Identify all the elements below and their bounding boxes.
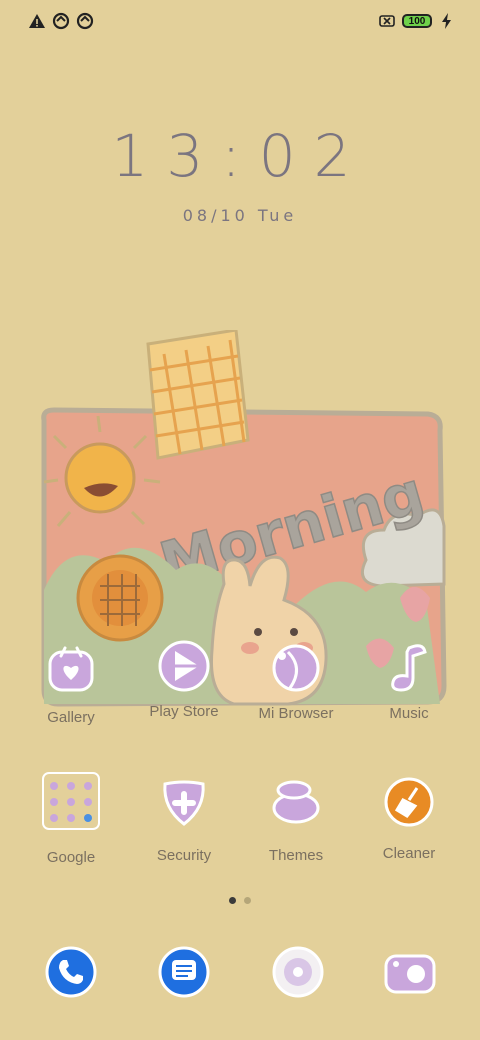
music-app[interactable]: Music bbox=[353, 642, 465, 722]
cleaner-app[interactable]: Cleaner bbox=[353, 776, 465, 862]
themes-app[interactable]: Themes bbox=[240, 778, 352, 864]
app-label: Security bbox=[156, 847, 212, 864]
security-app[interactable]: Security bbox=[128, 778, 240, 864]
sim-off-icon bbox=[379, 15, 395, 27]
gallery-app[interactable]: Gallery bbox=[15, 646, 127, 726]
app-label: Themes bbox=[268, 847, 324, 864]
page-dot-2[interactable] bbox=[244, 897, 251, 904]
page-indicator bbox=[0, 897, 480, 904]
data-saver-icon bbox=[52, 12, 70, 30]
dock-phone[interactable] bbox=[45, 946, 97, 1003]
gallery-icon bbox=[48, 646, 94, 692]
mi-browser-icon bbox=[272, 644, 320, 692]
play-store-icon bbox=[158, 640, 210, 692]
play-store-app[interactable]: Play Store bbox=[128, 640, 240, 720]
music-note-icon bbox=[391, 644, 427, 692]
phone-icon bbox=[45, 946, 97, 998]
app-label: Google bbox=[46, 849, 96, 866]
browser-icon bbox=[272, 946, 324, 998]
mi-browser-app[interactable]: Mi Browser bbox=[240, 642, 352, 722]
broom-icon bbox=[384, 777, 434, 827]
app-label: Play Store bbox=[149, 703, 219, 720]
security-shield-icon bbox=[163, 780, 205, 826]
clock-date: 08/10 Tue bbox=[182, 206, 298, 225]
clock-time: 13:02 bbox=[111, 122, 369, 190]
charging-icon bbox=[442, 13, 451, 29]
dock-browser[interactable] bbox=[272, 946, 324, 1003]
google-folder[interactable]: Google bbox=[15, 772, 127, 866]
warning-icon bbox=[29, 14, 45, 28]
status-bar: 100 bbox=[0, 0, 480, 42]
dock-messages[interactable] bbox=[158, 946, 210, 1003]
themes-icon bbox=[272, 780, 320, 824]
page-dot-1[interactable] bbox=[229, 897, 236, 904]
battery-level: 100 bbox=[408, 15, 426, 27]
app-label: Mi Browser bbox=[258, 705, 334, 722]
dock-camera[interactable] bbox=[384, 946, 436, 1003]
data-saver-icon bbox=[76, 12, 94, 30]
app-label: Gallery bbox=[47, 709, 95, 726]
app-label: Cleaner bbox=[382, 845, 436, 862]
battery-icon: 100 bbox=[402, 14, 432, 28]
camera-icon bbox=[384, 954, 436, 994]
waffle-illustration bbox=[146, 330, 250, 460]
messages-icon bbox=[158, 946, 210, 998]
app-label: Music bbox=[389, 705, 429, 722]
google-folder-icon bbox=[42, 772, 100, 830]
